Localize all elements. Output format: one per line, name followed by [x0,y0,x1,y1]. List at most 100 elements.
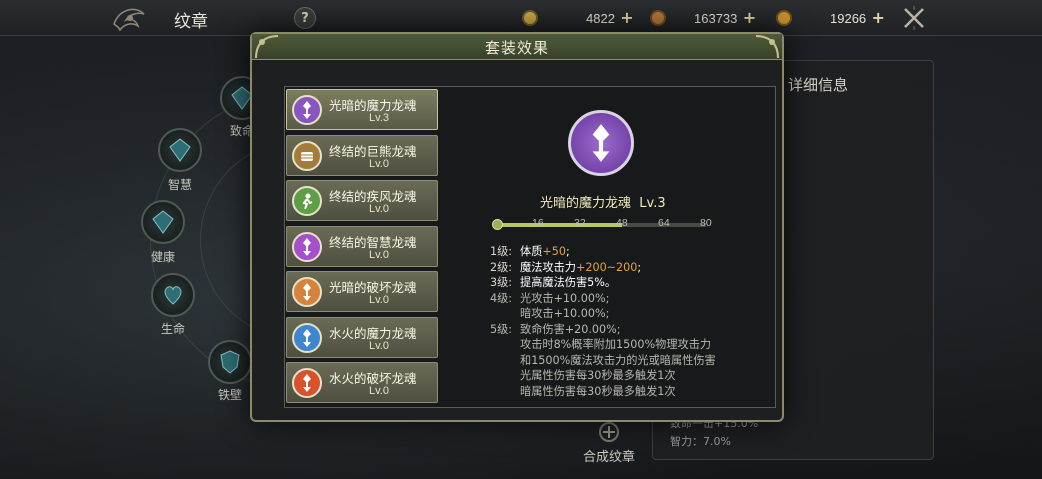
currency-refresh: 4822 + [522,8,634,28]
set-effect-list: 1级: 体质+50; 2级: 魔法攻击力+200~200; 3级: 提高魔法伤害5%。 4级… [490,244,770,399]
selected-soul-title: 光暗的魔力龙魂 Lv.3 [540,192,666,211]
add-currency-button[interactable]: + [871,10,885,26]
node-label: 铁壁 [218,388,243,402]
emblem-node-wisdom[interactable] [158,128,202,172]
compose-emblem-button[interactable]: 合成纹章 [583,446,635,465]
soul-item[interactable]: 光暗的破坏龙魂 Lv.0 [286,271,438,312]
dialog-header: 套装效果 [252,34,782,60]
currency-value: 4822 [586,10,615,26]
currency-bronze: 163733 + [650,8,756,28]
emblem-node-life[interactable] [151,273,195,317]
stat-line: 智力：7.0% [670,435,731,448]
effect-continuation: 光属性伤害每30秒最多触发1次 [520,369,676,382]
selected-soul-name: 光暗的魔力龙魂 [540,196,632,211]
effect-text: 体质+50; [520,244,570,260]
dragon-soul-list: 光暗的魔力龙魂 Lv.3 终结的巨熊龙魂 Lv.0 终结的疾风龙魂 Lv.0 终… [286,89,438,408]
effect-text-part: 魔法攻击力 [520,260,576,274]
currency-gold: 19266 + [776,8,885,28]
effect-level: 2级: [490,260,513,274]
progress-tick: 48 [616,217,628,229]
effect-continuation: 和1500%魔法攻击力的光或暗属性伤害 [520,353,716,367]
sword-gem-icon [292,322,322,353]
close-icon[interactable] [900,4,928,32]
soul-level: Lv.0 [369,339,389,352]
gold-coin-icon [776,10,792,26]
sword-gem-icon [292,277,322,307]
soul-item[interactable]: 光暗的魔力龙魂 Lv.3 [286,89,438,130]
progress-tick: 32 [574,217,586,229]
progress-knob [492,219,503,230]
dialog-title: 套装效果 [484,39,549,57]
effect-text: 光攻击+10.00%; [520,291,609,307]
ornament-corner-icon [255,35,279,59]
soul-item[interactable]: 终结的疾风龙魂 Lv.0 [286,180,438,221]
effect-text-part: 体质 [520,245,543,258]
soul-item[interactable]: 终结的智慧龙魂 Lv.0 [286,225,438,267]
sword-gem-icon [568,110,634,176]
soul-level: Lv.0 [369,203,389,215]
effect-text-part: 暗攻击+10.00%; [520,307,610,320]
soul-level: Lv.0 [369,385,389,397]
soul-item[interactable]: 终结的巨熊龙魂 Lv.0 [286,134,438,176]
add-currency-button[interactable]: + [742,10,756,26]
effect-text-part: ; [566,245,570,258]
bronze-coin-icon [650,10,666,26]
refresh-coin-icon [522,10,538,26]
effect-level: 4级: [490,291,513,305]
effect-text-part: ; [637,260,642,274]
effect-row: 3级: 提高魔法伤害5%。 [490,275,770,291]
detail-info-title: 详细信息 [788,76,849,94]
help-button[interactable]: ? [294,7,316,29]
effect-level: 1级: [490,245,513,258]
soul-level: Lv.3 [369,112,389,124]
soul-level: Lv.0 [369,157,389,170]
effect-row: 5级: 致命伤害+20.00%; [490,322,770,338]
progress-tick: 16 [532,217,544,229]
dragon-emblem-icon [106,3,154,33]
soul-level: Lv.0 [369,294,389,306]
progress-tick: 80 [700,217,712,229]
currency-value: 163733 [694,10,738,26]
emblem-node-health[interactable] [141,200,185,244]
effect-text-part: 致命伤害+20.00%; [520,322,621,336]
soul-item[interactable]: 水火的魔力龙魂 Lv.0 [286,316,438,358]
node-label: 智慧 [168,178,193,192]
effect-text-part: 光攻击+10.00%; [520,291,610,305]
effect-level: 3级: [490,276,513,289]
effect-bonus-value: +200~200 [575,260,638,274]
compose-icon[interactable] [597,420,621,444]
effect-text: 暗攻击+10.00%; [520,306,609,322]
effect-text: 致命伤害+20.00%; [520,322,621,338]
effect-text: 魔法攻击力+200~200; [520,260,641,276]
page-title: 纹章 [174,12,208,32]
level-progress-bar: 16 32 48 64 80 [492,217,722,232]
effect-text-part: 提高魔法伤害5%。 [520,276,617,289]
sword-gem-icon [292,95,322,125]
currency-value: 19266 [830,10,867,26]
effect-row: 1级: 体质+50; [490,244,770,260]
soul-level: Lv.0 [369,248,389,261]
progress-tick: 64 [658,217,670,229]
effect-continuation: 攻击时8%概率附加1500%物理攻击力 [520,338,712,351]
soul-item[interactable]: 水火的破坏龙魂 Lv.0 [286,362,438,403]
add-currency-button[interactable]: + [620,10,634,26]
fist-icon [292,140,322,171]
selected-soul-level: Lv.3 [639,196,666,211]
effect-row: 暗攻击+10.00%; [490,306,770,322]
ornament-corner-icon [755,35,779,59]
runner-icon [292,186,322,216]
effect-level: 5级: [490,322,513,336]
effect-row: 4级: 光攻击+10.00%; [490,291,770,307]
emblem-node-ironwall[interactable] [208,340,252,384]
set-effect-dialog: 套装效果 光暗的魔力龙魂 Lv.3 终结的巨熊龙魂 Lv.0 终结的疾风龙魂 L… [250,32,784,422]
effect-continuation: 暗属性伤害每30秒最多触发1次 [520,384,676,398]
progress-fill [496,223,622,227]
top-bar: 纹章 ? 4822 + 163733 + 19266 + [0,0,1042,36]
sword-gem-icon [292,368,322,398]
effect-level [490,306,520,322]
sword-gem-icon [292,231,322,262]
effect-bonus-value: +50 [542,245,567,258]
effect-text: 提高魔法伤害5%。 [520,275,616,291]
node-label: 生命 [161,322,186,336]
node-label: 健康 [151,250,176,264]
